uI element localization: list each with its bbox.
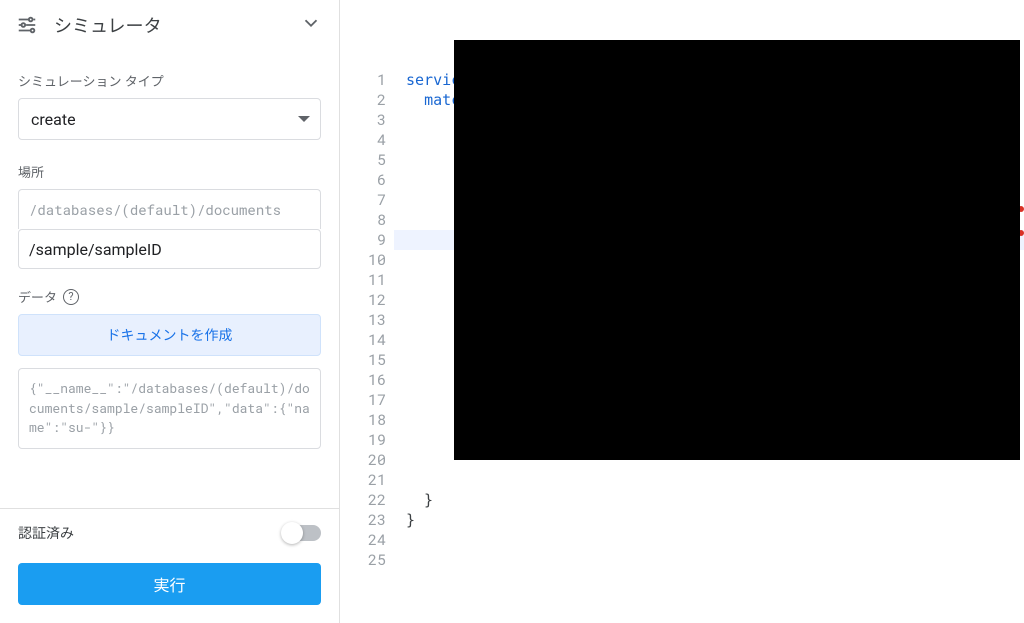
dropdown-icon	[298, 116, 310, 122]
simulator-title: シミュレータ	[54, 12, 162, 38]
location-prefix: /databases/(default)/documents	[18, 189, 321, 229]
chevron-down-icon[interactable]	[299, 12, 323, 38]
auth-toggle[interactable]	[283, 525, 321, 541]
auth-row: 認証済み	[0, 509, 339, 557]
run-button[interactable]: 実行	[18, 563, 321, 605]
code-area[interactable]: service cloud.firestore { match /databas…	[394, 0, 1024, 623]
redacted-overlay	[454, 40, 1020, 460]
help-icon[interactable]: ?	[63, 289, 79, 305]
location-value: /sample/sampleID	[29, 240, 162, 259]
data-json-preview[interactable]: {"__name__":"/databases/(default)/docume…	[18, 368, 321, 449]
rules-editor[interactable]: 1234567891011121314151617181920212223242…	[340, 0, 1024, 623]
simulator-header[interactable]: シミュレータ	[0, 0, 339, 51]
auth-label: 認証済み	[18, 523, 74, 543]
location-label: 場所	[18, 162, 321, 181]
tune-icon	[14, 12, 40, 38]
create-document-button[interactable]: ドキュメントを作成	[18, 314, 321, 356]
sim-type-label: シミュレーション タイプ	[18, 71, 321, 90]
simulator-panel: シミュレータ シミュレーション タイプ create 場所 /databases…	[0, 0, 340, 623]
location-input[interactable]: /sample/sampleID	[18, 229, 321, 269]
sim-type-select[interactable]: create	[18, 98, 321, 140]
line-gutter: 1234567891011121314151617181920212223242…	[340, 0, 394, 623]
data-label: データ ?	[18, 287, 321, 306]
sim-type-value: create	[31, 110, 76, 129]
